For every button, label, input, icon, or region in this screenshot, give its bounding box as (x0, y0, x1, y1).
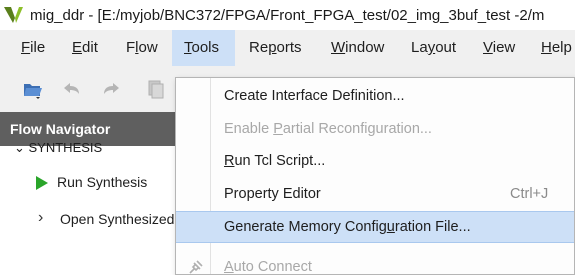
chevron-down-icon: ⌄ (14, 140, 29, 155)
section-synthesis-label: SYNTHESIS (28, 140, 103, 155)
menu-item-label: Create Interface Definition... (224, 88, 405, 104)
menu-item-property-editor[interactable]: Property Editor Ctrl+J (176, 178, 574, 210)
vivado-logo-icon (2, 4, 24, 26)
shortcut-label: Ctrl+J (510, 186, 549, 202)
redo-icon[interactable] (101, 78, 123, 100)
menu-item-generate-memory-configuration-file[interactable]: Generate Memory Configuration File... (176, 211, 574, 243)
menu-item-label: Auto Connect (224, 259, 312, 275)
menu-item-label: Enable Partial Reconfiguration... (224, 121, 432, 137)
tools-menu-dropdown: Create Interface Definition... Enable Pa… (175, 77, 575, 275)
menu-item-label: Generate Memory Configuration File... (224, 219, 471, 235)
menu-help[interactable]: Help (541, 30, 572, 66)
open-project-icon[interactable] (22, 78, 44, 100)
run-synthesis-link[interactable]: Run Synthesis (57, 174, 147, 190)
menu-flow[interactable]: Flow (126, 30, 158, 66)
menu-item-enable-partial-reconfiguration[interactable]: Enable Partial Reconfiguration... (176, 113, 574, 145)
title-bar: mig_ddr - [E:/myjob/BNC372/FPGA/Front_FP… (0, 0, 575, 30)
undo-icon[interactable] (60, 78, 82, 100)
window-title: mig_ddr - [E:/myjob/BNC372/FPGA/Front_FP… (30, 6, 545, 24)
menu-item-auto-connect[interactable]: Auto Connect (176, 251, 574, 275)
menu-reports[interactable]: Reports (249, 30, 302, 66)
menu-item-label: Run Tcl Script... (224, 153, 326, 169)
menu-bar: File Edit Flow Tools Reports Window Layo… (0, 30, 575, 66)
menu-tools[interactable]: Tools (172, 30, 235, 66)
copy-icon[interactable] (144, 78, 166, 100)
menu-file[interactable]: File (21, 30, 45, 66)
open-synthesized-link[interactable]: Open Synthesized (60, 211, 174, 227)
menu-view[interactable]: View (483, 30, 515, 66)
section-synthesis[interactable]: ⌄ SYNTHESIS (14, 140, 102, 156)
menu-edit[interactable]: Edit (72, 30, 98, 66)
auto-connect-icon (188, 259, 204, 274)
chevron-right-icon[interactable]: › (38, 209, 43, 227)
menu-item-label: Property Editor (224, 186, 321, 202)
menu-item-create-interface-definition[interactable]: Create Interface Definition... (176, 80, 574, 112)
menu-window[interactable]: Window (331, 30, 384, 66)
menu-layout[interactable]: Layout (411, 30, 456, 66)
run-icon (36, 176, 48, 190)
menu-item-run-tcl-script[interactable]: Run Tcl Script... (176, 145, 574, 177)
